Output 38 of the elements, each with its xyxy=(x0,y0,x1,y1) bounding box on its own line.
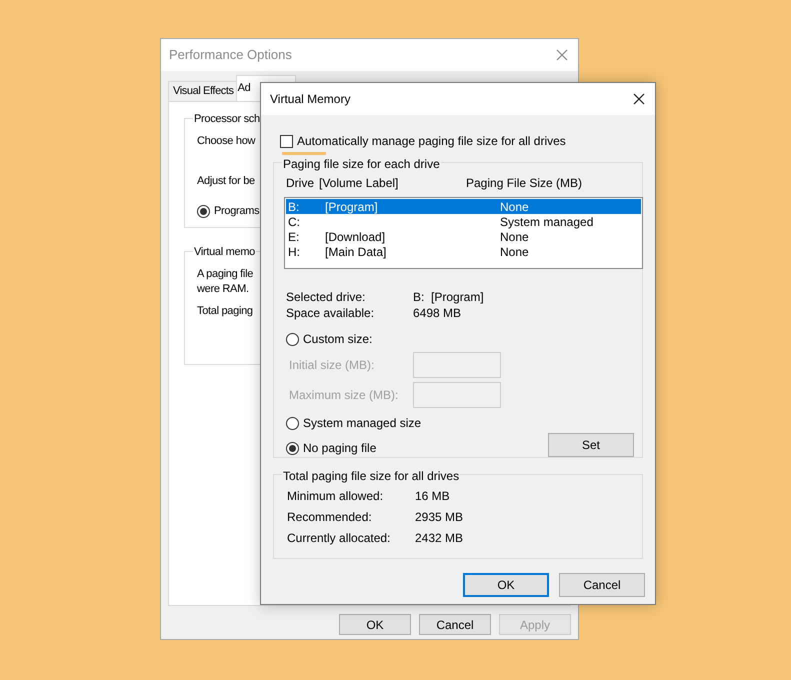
drive-letter: C: xyxy=(288,214,301,230)
volume-label: [Program] xyxy=(325,198,378,216)
paging-size: None xyxy=(500,244,529,260)
radio-label: Custom size: xyxy=(303,331,372,348)
drive-letter: E: xyxy=(288,228,300,246)
window-title: Performance Options xyxy=(169,46,292,64)
field-label: Initial size (MB): xyxy=(289,357,376,374)
column-header: Paging File Size (MB) xyxy=(466,175,582,192)
description-text: were RAM. xyxy=(197,282,249,297)
paging-size: None xyxy=(500,228,529,246)
checkbox-label: Automatically manage paging file size for all drives xyxy=(297,133,566,150)
total-label: Currently allocated: xyxy=(287,531,392,546)
radio-label: No paging file xyxy=(303,440,376,457)
paging-size: None xyxy=(500,198,529,216)
info-label: Selected drive: xyxy=(286,289,366,305)
total-label: Recommended: xyxy=(287,510,373,525)
info-value: B: [Program] xyxy=(413,289,484,305)
description-text: Adjust for be xyxy=(197,174,255,188)
total-value: 2935 MB xyxy=(415,510,464,525)
drive-letter: H: xyxy=(288,244,301,260)
radio-label: Programs xyxy=(214,204,260,219)
description-text: Total paging xyxy=(197,304,253,319)
total-value: 2432 MB xyxy=(415,531,464,546)
volume-label: [Download] xyxy=(325,228,386,246)
drive-letter: B: xyxy=(288,198,300,216)
total-label: Minimum allowed: xyxy=(287,489,384,504)
volume-label: [Main Data] xyxy=(325,244,386,260)
window-title: Virtual Memory xyxy=(270,91,350,108)
total-value: 16 MB xyxy=(415,489,450,504)
description-text: A paging file xyxy=(197,267,254,282)
column-header: Drive xyxy=(286,175,316,192)
field-label: Maximum size (MB): xyxy=(289,387,400,404)
description-text: Choose how xyxy=(197,134,256,149)
info-label: Space available: xyxy=(286,305,376,321)
radio-label: System managed size xyxy=(303,415,422,432)
column-header: [Volume Label] xyxy=(319,175,400,192)
paging-size: System managed xyxy=(500,214,594,230)
info-value: 6498 MB xyxy=(413,305,462,321)
